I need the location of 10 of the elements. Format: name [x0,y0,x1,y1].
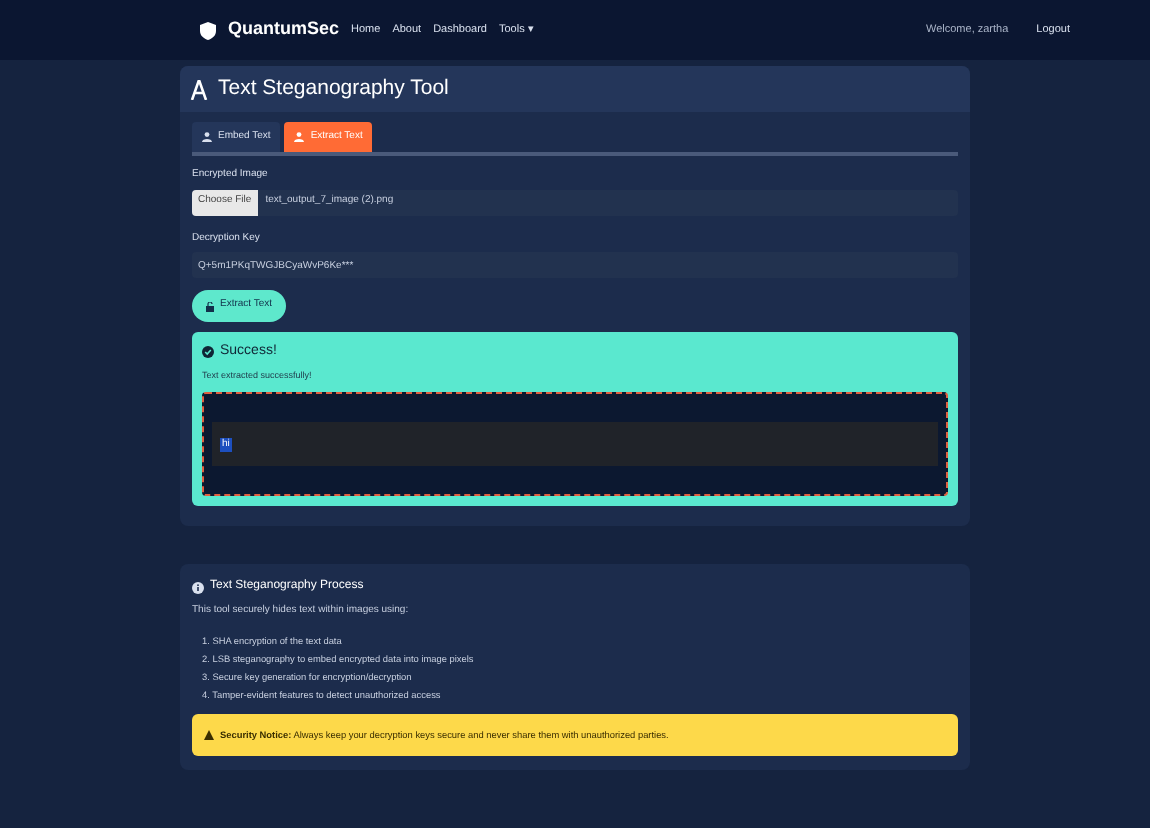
card-title: Text Steganography Tool [218,73,449,104]
brand-name[interactable]: QuantumSec [228,16,340,44]
person-icon [294,132,305,142]
shield-icon [200,21,216,39]
check-circle-icon [202,346,214,359]
warning-icon [204,729,214,740]
letter-a-icon [190,79,208,99]
lock-icon [206,301,214,311]
info-icon [192,581,204,594]
person-icon [202,132,212,142]
